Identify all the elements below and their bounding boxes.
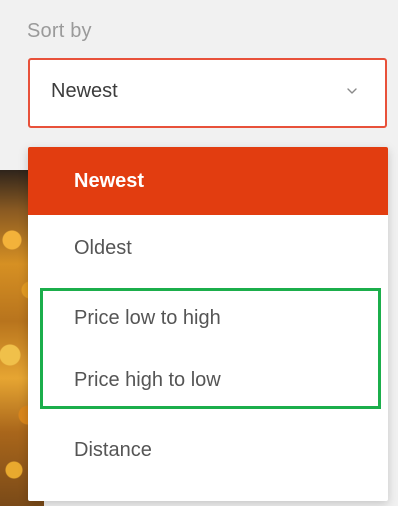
chevron-down-icon: [347, 88, 357, 94]
sort-option-oldest[interactable]: Oldest: [28, 215, 388, 281]
sort-option-price-low-to-high[interactable]: Price low to high: [28, 285, 388, 351]
sort-dropdown-menu: Newest Oldest Price low to high Price hi…: [28, 147, 388, 501]
sort-by-label: Sort by: [27, 20, 92, 42]
sort-option-distance[interactable]: Distance: [28, 417, 388, 483]
sort-select[interactable]: Newest: [28, 58, 387, 128]
sort-option-price-high-to-low[interactable]: Price high to low: [28, 347, 388, 413]
sort-option-newest[interactable]: Newest: [28, 147, 388, 215]
sort-selected-value: Newest: [51, 80, 118, 102]
